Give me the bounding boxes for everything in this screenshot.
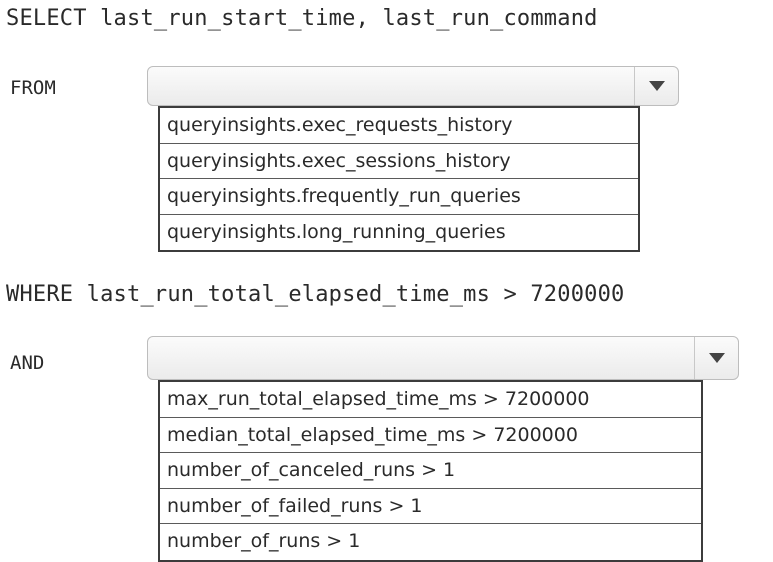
- chevron-down-icon: [708, 353, 725, 363]
- select-clause-text: SELECT last_run_start_time, last_run_com…: [6, 6, 598, 31]
- dropdown-option[interactable]: queryinsights.exec_requests_history: [160, 108, 638, 144]
- and-label: AND: [10, 352, 45, 374]
- and-dropdown[interactable]: [147, 336, 739, 380]
- dropdown-option[interactable]: number_of_failed_runs > 1: [160, 489, 701, 524]
- dropdown-option[interactable]: median_total_elapsed_time_ms > 7200000: [160, 418, 701, 453]
- from-dropdown-toggle[interactable]: [634, 67, 678, 105]
- from-options-list: queryinsights.exec_requests_history query…: [158, 106, 640, 252]
- dropdown-option[interactable]: max_run_total_elapsed_time_ms > 7200000: [160, 382, 701, 418]
- chevron-down-icon: [648, 81, 665, 91]
- dropdown-option[interactable]: number_of_canceled_runs > 1: [160, 453, 701, 489]
- and-dropdown-toggle[interactable]: [694, 337, 738, 379]
- where-clause-text: WHERE last_run_total_elapsed_time_ms > 7…: [6, 282, 625, 307]
- and-options-list: max_run_total_elapsed_time_ms > 7200000 m…: [158, 380, 703, 562]
- dropdown-option[interactable]: queryinsights.exec_sessions_history: [160, 144, 638, 179]
- from-dropdown[interactable]: [147, 66, 679, 106]
- dropdown-option[interactable]: number_of_runs > 1: [160, 524, 701, 560]
- dropdown-option[interactable]: queryinsights.frequently_run_queries: [160, 179, 638, 215]
- dropdown-option[interactable]: queryinsights.long_running_queries: [160, 215, 638, 251]
- from-label: FROM: [10, 77, 56, 99]
